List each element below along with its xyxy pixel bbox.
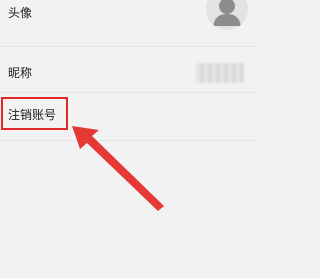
nickname-label: 昵称	[8, 66, 33, 80]
arrow-icon	[72, 126, 164, 211]
avatar-row[interactable]: 头像	[0, 0, 259, 40]
cancel-account-label[interactable]: 注销账号	[8, 108, 56, 122]
avatar[interactable]	[206, 0, 248, 30]
divider	[0, 140, 259, 141]
settings-list: 头像 昵称 注销账号	[0, 0, 259, 278]
divider	[0, 46, 259, 47]
nickname-row[interactable]: 昵称	[0, 56, 259, 92]
cancel-account-row[interactable]: 注销账号	[0, 96, 259, 136]
nickname-value-blurred	[196, 63, 244, 83]
default-user-icon	[206, 0, 248, 30]
divider	[0, 92, 259, 93]
avatar-label: 头像	[8, 6, 33, 20]
